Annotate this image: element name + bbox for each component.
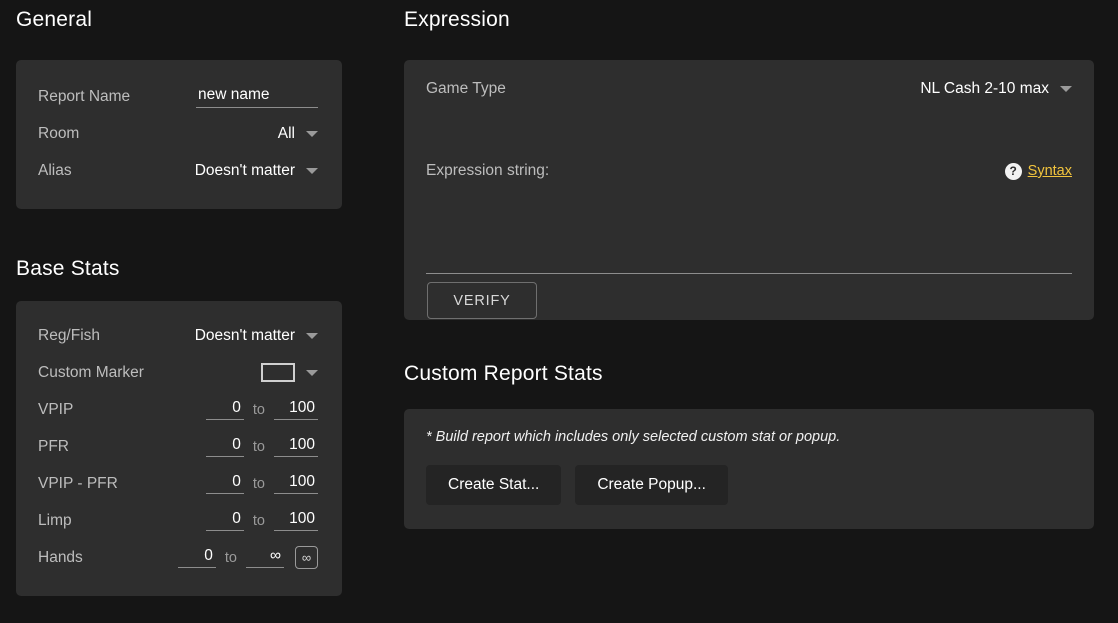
hands-right: 0 to ∞ ∞ [177,546,318,569]
pfr-row: PFR 0 to 100 [38,428,318,465]
custom-marker-row[interactable]: Custom Marker [38,354,318,391]
reg-fish-label: Reg/Fish [38,326,101,344]
general-section-title: General [16,8,93,31]
expression-string-label: Expression string: [426,162,550,179]
limp-right: 0 to 100 [205,510,318,531]
pfr-max-input[interactable]: 100 [274,436,318,457]
custom-report-stats-note: * Build report which includes only selec… [426,429,841,445]
pfr-to-label: to [252,438,265,455]
room-value[interactable]: All [278,125,295,143]
limp-max-input[interactable]: 100 [274,510,318,531]
expression-string-row: Expression string: ? Syntax [426,162,1072,180]
vpip-min-input[interactable]: 0 [205,399,244,420]
report-name-label: Report Name [38,87,131,105]
left-column: General Report Name new name Room All Al… [16,8,342,596]
chevron-down-icon[interactable] [306,332,318,339]
custom-report-stats-buttons: Create Stat... Create Popup... [426,465,1072,505]
vpip-minus-pfr-max-input[interactable]: 100 [274,473,318,494]
report-name-right: new name [196,86,318,108]
limp-label: Limp [38,511,72,529]
vpip-to-label: to [252,401,265,418]
game-type-value[interactable]: NL Cash 2-10 max [920,80,1049,98]
vpip-row: VPIP 0 to 100 [38,391,318,428]
vpip-minus-pfr-label: VPIP - PFR [38,474,118,492]
hands-to-label: to [224,549,237,566]
verify-button[interactable]: VERIFY [427,282,537,319]
vpip-minus-pfr-right: 0 to 100 [205,473,318,494]
infinity-icon[interactable]: ∞ [295,546,318,569]
report-name-input[interactable]: new name [196,86,318,108]
chevron-down-icon[interactable] [1060,86,1072,92]
reg-fish-right[interactable]: Doesn't matter [195,327,318,345]
hands-max-input[interactable]: ∞ [246,547,284,568]
alias-row[interactable]: Alias Doesn't matter [38,152,318,189]
pfr-right: 0 to 100 [205,436,318,457]
hands-row: Hands 0 to ∞ ∞ [38,539,318,576]
hands-min-input[interactable]: 0 [177,547,216,568]
base-stats-panel: Reg/Fish Doesn't matter Custom Marker VP… [16,301,342,596]
alias-value[interactable]: Doesn't matter [195,162,295,180]
custom-marker-right[interactable] [261,363,318,382]
report-builder-page: General Report Name new name Room All Al… [0,0,1118,623]
limp-to-label: to [252,512,265,529]
game-type-right[interactable]: NL Cash 2-10 max [920,80,1072,98]
room-label: Room [38,124,80,142]
pfr-label: PFR [38,437,69,455]
game-type-label: Game Type [426,80,506,97]
reg-fish-value[interactable]: Doesn't matter [195,327,295,345]
custom-report-stats-panel: * Build report which includes only selec… [404,409,1094,529]
vpip-minus-pfr-to-label: to [252,475,265,492]
limp-min-input[interactable]: 0 [205,510,244,531]
vpip-minus-pfr-min-input[interactable]: 0 [205,473,244,494]
help-icon[interactable]: ? [1004,162,1022,180]
color-swatch-icon[interactable] [261,363,295,382]
custom-report-stats-section-title: Custom Report Stats [404,362,603,385]
chevron-down-icon[interactable] [306,130,318,137]
create-popup-button[interactable]: Create Popup... [575,465,728,505]
general-panel: Report Name new name Room All Alias Does… [16,60,342,209]
chevron-down-icon[interactable] [306,369,318,376]
vpip-label: VPIP [38,400,74,418]
vpip-max-input[interactable]: 100 [274,399,318,420]
vpip-minus-pfr-row: VPIP - PFR 0 to 100 [38,465,318,502]
limp-row: Limp 0 to 100 [38,502,318,539]
syntax-link[interactable]: Syntax [1028,163,1072,179]
alias-right[interactable]: Doesn't matter [195,162,318,180]
reg-fish-row[interactable]: Reg/Fish Doesn't matter [38,317,318,354]
vpip-right: 0 to 100 [205,399,318,420]
base-stats-section-title: Base Stats [16,257,120,280]
create-stat-button[interactable]: Create Stat... [426,465,562,505]
room-right[interactable]: All [278,125,318,143]
room-row[interactable]: Room All [38,115,318,152]
expression-panel: Game Type NL Cash 2-10 max Expression st… [404,60,1094,320]
expression-string-input[interactable] [426,240,1072,274]
right-column: Expression Game Type NL Cash 2-10 max Ex… [404,8,1094,529]
alias-label: Alias [38,161,72,179]
custom-marker-label: Custom Marker [38,363,144,381]
hands-label: Hands [38,548,83,566]
chevron-down-icon[interactable] [306,167,318,174]
expression-section-title: Expression [404,8,510,31]
report-name-row: Report Name new name [38,78,318,115]
game-type-row[interactable]: Game Type NL Cash 2-10 max [426,80,1072,98]
pfr-min-input[interactable]: 0 [205,436,244,457]
syntax-help-group[interactable]: ? Syntax [1004,162,1072,180]
